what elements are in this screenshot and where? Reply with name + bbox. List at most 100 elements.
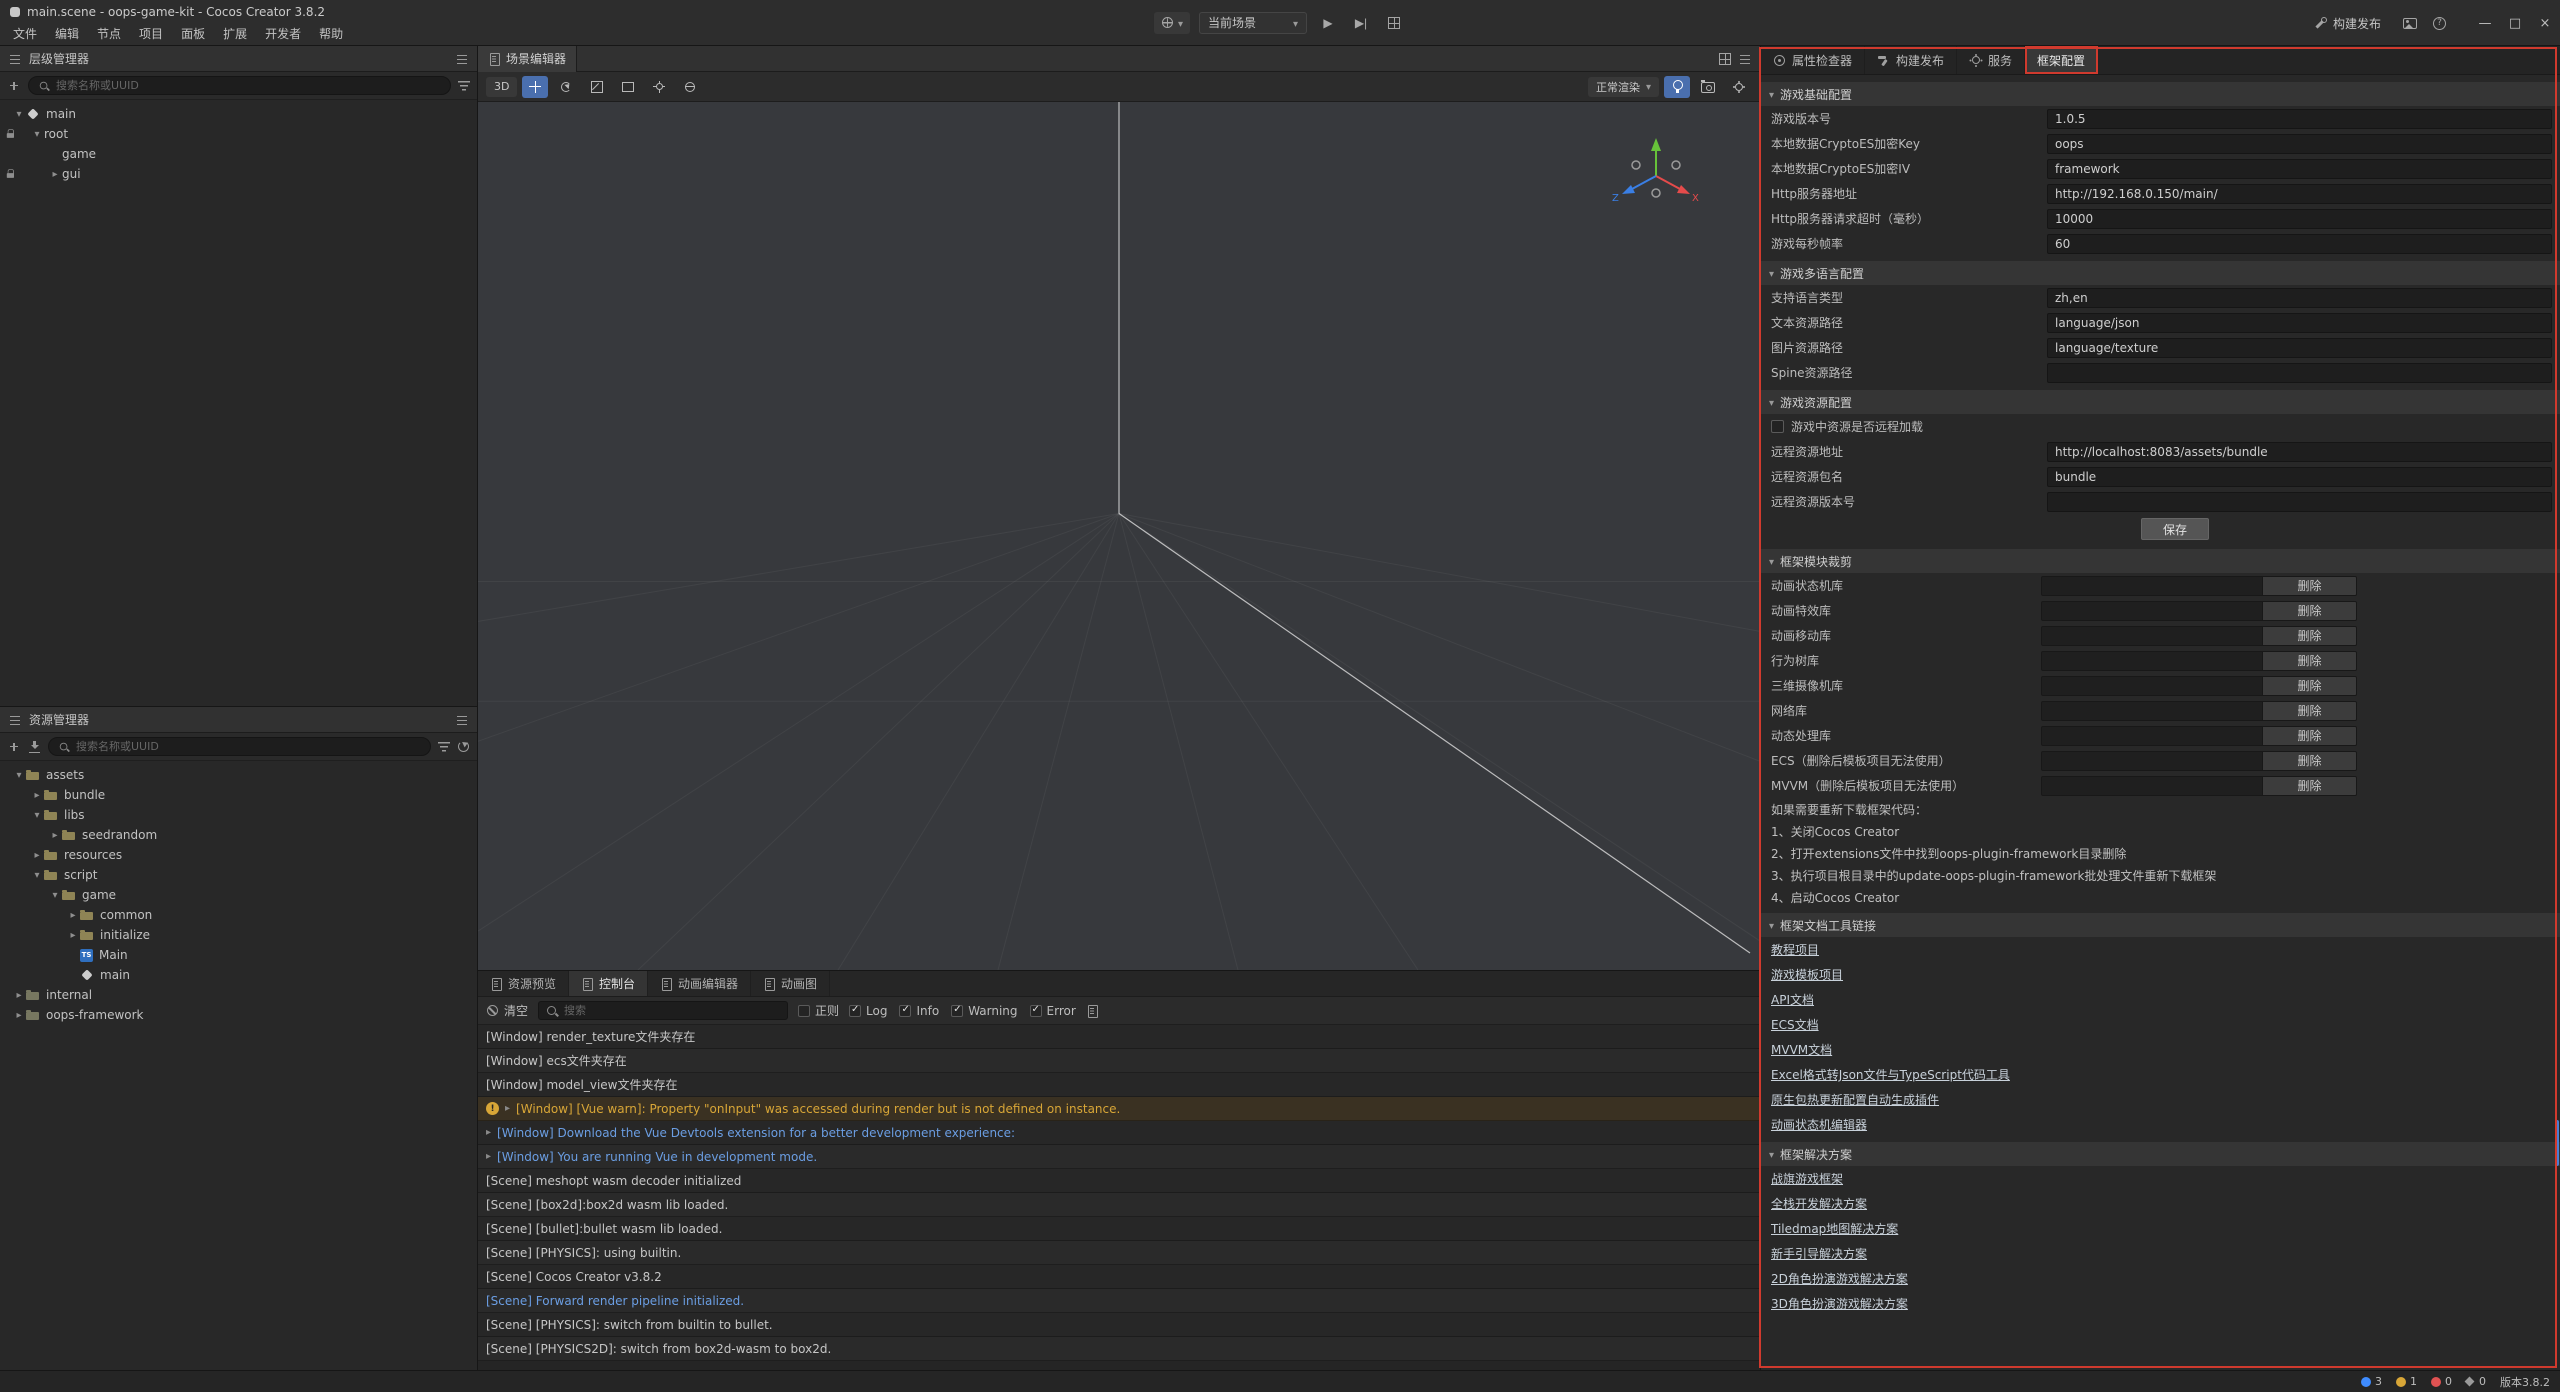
delete-module-button[interactable]: 删除 (2262, 652, 2356, 670)
filter-icon[interactable] (458, 81, 470, 91)
expand-arrow-icon[interactable] (505, 1103, 510, 1114)
coordinate-space-button[interactable] (677, 76, 703, 98)
error-count-badge[interactable]: 0 (2431, 1375, 2452, 1388)
panel-options-icon[interactable] (455, 52, 469, 66)
create-asset-button[interactable] (7, 740, 21, 754)
help-button[interactable] (2433, 17, 2446, 30)
rotate-tool-button[interactable] (553, 76, 579, 98)
solution-link[interactable]: 战旗游戏框架 (1761, 1166, 2560, 1191)
bottom-tab[interactable]: 资源预览 (478, 971, 569, 996)
console-log-row[interactable]: [Scene] Cocos Creator v3.8.2 (478, 1265, 1760, 1289)
inspector-scrollbar-thumb[interactable] (2555, 1120, 2559, 1166)
config-input[interactable]: 1.0.5 (2047, 109, 2552, 129)
asset-node-row[interactable]: game (0, 885, 477, 905)
assets-search[interactable] (48, 737, 431, 756)
expand-arrow-icon[interactable] (66, 910, 80, 921)
delete-module-button[interactable]: 删除 (2262, 777, 2356, 795)
checkbox-icon[interactable] (1771, 420, 1784, 433)
config-input[interactable]: framework (2047, 159, 2552, 179)
console-log-row[interactable]: [Scene] [box2d]:box2d wasm lib loaded. (478, 1193, 1760, 1217)
console-log-row[interactable]: [Scene] [bullet]:bullet wasm lib loaded. (478, 1217, 1760, 1241)
window-control-button[interactable]: × (2530, 0, 2560, 46)
config-input[interactable]: 60 (2047, 234, 2552, 254)
expand-arrow-icon[interactable] (486, 1127, 491, 1138)
expand-arrow-icon[interactable] (48, 830, 62, 841)
expand-arrow-icon[interactable] (48, 890, 62, 901)
doc-link[interactable]: API文档 (1761, 987, 2560, 1012)
asset-node-row[interactable]: seedrandom (0, 825, 477, 845)
console-log-row[interactable]: [Window] [Vue warn]: Property "onInput" … (478, 1097, 1760, 1121)
scene-selector[interactable]: 当前场景 (1199, 12, 1307, 34)
delete-module-button[interactable]: 删除 (2262, 752, 2356, 770)
create-node-button[interactable] (7, 79, 21, 93)
window-control-button[interactable]: — (2470, 0, 2500, 46)
menu-item[interactable]: 项目 (130, 23, 172, 44)
warning-count-badge[interactable]: 1 (2396, 1375, 2417, 1388)
console-log-row[interactable]: [Scene] Forward render pipeline initiali… (478, 1289, 1760, 1313)
bottom-tab[interactable]: 动画图 (751, 971, 830, 996)
menu-item[interactable]: 帮助 (310, 23, 352, 44)
console-filter-checkbox[interactable]: Log (849, 1004, 887, 1018)
doc-link[interactable]: Excel格式转Json文件与TypeScript代码工具 (1761, 1062, 2560, 1087)
console-log-row[interactable]: [Window] Download the Vue Devtools exten… (478, 1121, 1760, 1145)
expand-arrow-icon[interactable] (30, 810, 44, 821)
expand-arrow-icon[interactable] (66, 930, 80, 941)
config-input[interactable]: oops (2047, 134, 2552, 154)
inspector-tab[interactable]: 属性检查器 (1761, 46, 1865, 74)
console-log-file-icon[interactable] (1086, 1004, 1098, 1017)
config-input[interactable]: zh,en (2047, 288, 2552, 308)
expand-arrow-icon[interactable] (12, 990, 26, 1001)
console-log-row[interactable]: [Window] ecs文件夹存在 (478, 1049, 1760, 1073)
lock-icon[interactable] (5, 128, 15, 138)
scene-editor-tab[interactable]: 场景编辑器 (478, 46, 577, 72)
doc-link[interactable]: 游戏模板项目 (1761, 962, 2560, 987)
scene-settings-button[interactable] (1726, 76, 1752, 98)
panel-menu-icon[interactable] (8, 713, 22, 727)
console-log-row[interactable]: [Window] render_texture文件夹存在 (478, 1025, 1760, 1049)
delete-module-button[interactable]: 删除 (2262, 677, 2356, 695)
panel-menu-icon[interactable] (8, 52, 22, 66)
menu-item[interactable]: 文件 (4, 23, 46, 44)
config-input[interactable]: language/texture (2047, 338, 2552, 358)
play-button[interactable]: ▶ (1316, 12, 1340, 34)
console-clear-button[interactable]: 清空 (486, 1002, 528, 1019)
config-input[interactable]: language/json (2047, 313, 2552, 333)
console-log-row[interactable]: [Window] You are running Vue in developm… (478, 1145, 1760, 1169)
hierarchy-node-row[interactable]: main (0, 104, 477, 124)
config-input[interactable] (2047, 492, 2552, 512)
editor-layout-button[interactable] (1382, 12, 1406, 34)
solution-link[interactable]: Tiledmap地图解决方案 (1761, 1216, 2560, 1241)
section-header-basic[interactable]: 游戏基础配置 (1761, 82, 2560, 106)
expand-arrow-icon[interactable] (12, 1010, 26, 1021)
asset-node-row[interactable]: resources (0, 845, 477, 865)
config-input[interactable]: 10000 (2047, 209, 2552, 229)
hierarchy-search-input[interactable] (56, 79, 442, 92)
section-header-resource[interactable]: 游戏资源配置 (1761, 390, 2560, 414)
inspector-tab[interactable]: 构建发布 (1865, 46, 1957, 74)
inspector-tab[interactable]: 服务 (1957, 46, 2025, 74)
refresh-icon[interactable] (457, 740, 470, 753)
console-search-input[interactable] (564, 1004, 781, 1017)
section-header-modules[interactable]: 框架模块裁剪 (1761, 549, 2560, 573)
console-log-row[interactable]: [Scene] [PHYSICS]: switch from builtin t… (478, 1313, 1760, 1337)
section-header-solutions[interactable]: 框架解决方案 (1761, 1142, 2560, 1166)
asset-node-row[interactable]: initialize (0, 925, 477, 945)
section-header-docs[interactable]: 框架文档工具链接 (1761, 913, 2560, 937)
preview-image-button[interactable] (2403, 18, 2417, 29)
expand-arrow-icon[interactable] (30, 870, 44, 881)
menu-item[interactable]: 扩展 (214, 23, 256, 44)
log-count-badge[interactable]: 3 (2361, 1375, 2382, 1388)
doc-link[interactable]: 教程项目 (1761, 937, 2560, 962)
expand-arrow-icon[interactable] (48, 169, 62, 180)
remote-load-checkbox-row[interactable]: 游戏中资源是否远程加载 (1761, 414, 2560, 439)
platform-selector[interactable] (1154, 12, 1190, 34)
expand-arrow-icon[interactable] (30, 850, 44, 861)
inspector-tab[interactable]: 框架配置 (2025, 46, 2098, 74)
window-control-button[interactable]: □ (2500, 0, 2530, 46)
bottom-tab[interactable]: 动画编辑器 (648, 971, 751, 996)
doc-link[interactable]: ECS文档 (1761, 1012, 2560, 1037)
regex-checkbox[interactable]: 正则 (798, 1002, 839, 1019)
view-gizmo[interactable]: X Z (1610, 130, 1702, 222)
menu-item[interactable]: 开发者 (256, 23, 310, 44)
section-header-language[interactable]: 游戏多语言配置 (1761, 261, 2560, 285)
